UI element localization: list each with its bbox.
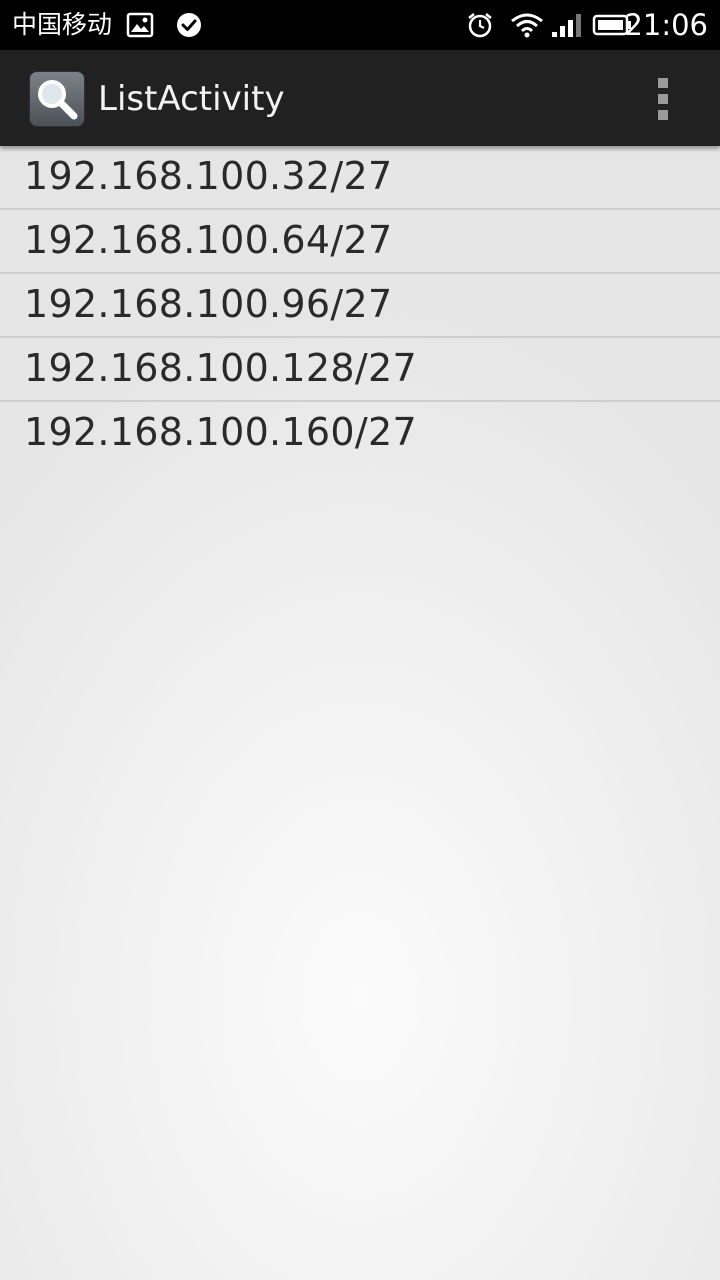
check-circle-icon [175, 11, 203, 39]
overflow-menu-button[interactable] [653, 76, 675, 122]
list-item-label: 192.168.100.128/27 [24, 346, 417, 390]
status-bar: 中国移动 21:06 [0, 0, 720, 50]
search-icon [38, 80, 78, 120]
action-bar: ListActivity [0, 50, 720, 146]
signal-icon [550, 11, 582, 39]
carrier-name: 中国移动 [12, 10, 113, 39]
list-item-label: 192.168.100.64/27 [24, 218, 393, 262]
list-item-label: 192.168.100.32/27 [24, 154, 393, 198]
activity-title: ListActivity [98, 79, 285, 119]
list-item[interactable]: 192.168.100.32/27 [0, 146, 720, 210]
ip-subnet-list: 192.168.100.32/27 192.168.100.64/27 192.… [0, 146, 720, 466]
app-icon[interactable] [29, 71, 85, 127]
list-item[interactable]: 192.168.100.96/27 [0, 274, 720, 338]
list-item-label: 192.168.100.160/27 [24, 410, 417, 454]
image-notification-icon [126, 11, 154, 39]
wifi-icon [510, 11, 544, 39]
list-item[interactable]: 192.168.100.64/27 [0, 210, 720, 274]
list-item[interactable]: 192.168.100.160/27 [0, 402, 720, 466]
list-item[interactable]: 192.168.100.128/27 [0, 338, 720, 402]
alarm-clock-icon [466, 11, 494, 39]
clock: 21:06 [624, 8, 708, 42]
overflow-menu-icon [658, 78, 668, 88]
list-item-label: 192.168.100.96/27 [24, 282, 393, 326]
